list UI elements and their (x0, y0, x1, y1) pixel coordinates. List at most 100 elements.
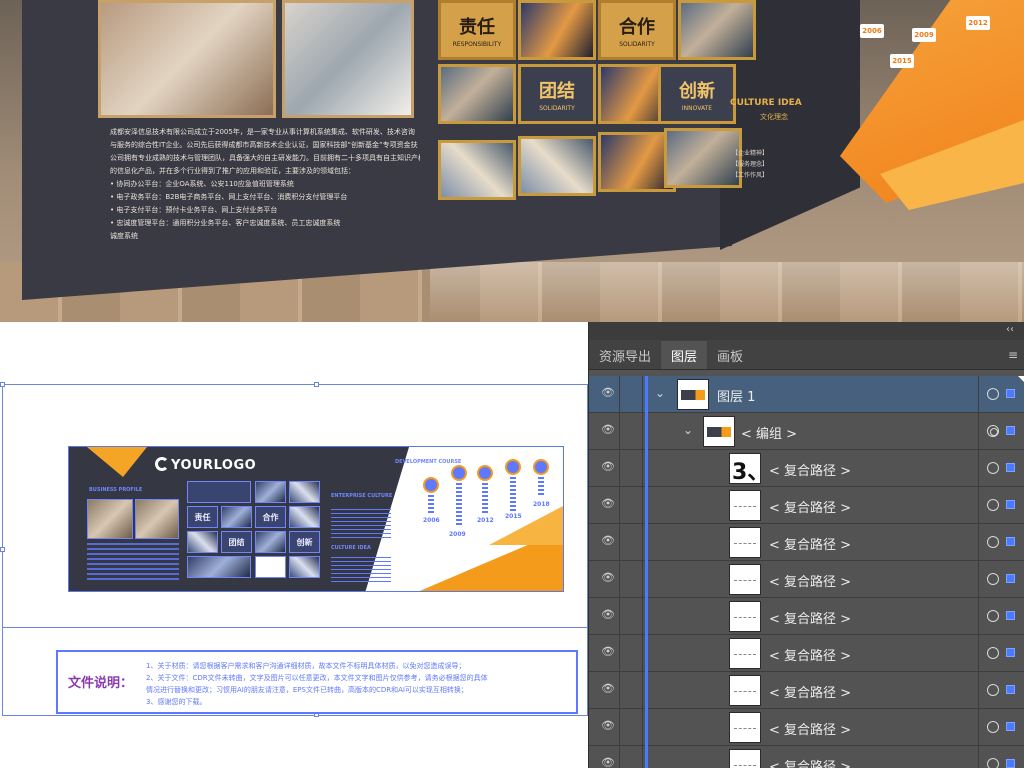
chevron-down-icon[interactable]: ⌄ (655, 386, 665, 400)
layer-row-compound-path[interactable]: 👁 < 复合路径 > (589, 524, 1024, 561)
selection-handle[interactable] (0, 382, 5, 387)
description-line: 公司拥有专业成熟的技术与管理团队，具备强大的自主研发能力。目前拥有二十多项具有自… (110, 154, 420, 162)
eye-icon[interactable]: 👁 (601, 609, 615, 620)
target-icon[interactable] (987, 758, 999, 768)
lock-toggle[interactable] (619, 635, 643, 672)
layer-name[interactable]: < 复合路径 > (769, 460, 851, 479)
collapse-panel-icon[interactable]: ‹‹ (1006, 324, 1014, 335)
layer-name[interactable]: < 复合路径 > (769, 534, 851, 553)
layer-row-compound-path[interactable]: 👁 < 复合路径 > (589, 561, 1024, 598)
eye-icon[interactable]: 👁 (601, 498, 615, 509)
lock-toggle[interactable] (619, 524, 643, 561)
selection-indicator[interactable] (1006, 685, 1015, 694)
tab-artboards[interactable]: 画板 (707, 341, 753, 369)
layer-name[interactable]: < 复合路径 > (769, 756, 851, 768)
lock-toggle[interactable] (619, 598, 643, 635)
target-icon[interactable] (987, 684, 999, 696)
layer-name[interactable]: < 编组 > (741, 423, 797, 442)
office-photo-1 (98, 0, 276, 118)
lock-toggle[interactable] (619, 413, 643, 450)
layer-name[interactable]: < 复合路径 > (769, 719, 851, 738)
selection-indicator[interactable] (1006, 500, 1015, 509)
layer-row-layer-1[interactable]: 👁 ⌄ 图层 1 (589, 376, 1024, 413)
target-icon[interactable] (987, 573, 999, 585)
layer-row-compound-path[interactable]: 👁 < 复合路径 > (589, 746, 1024, 768)
value-photo (438, 64, 516, 124)
target-icon[interactable] (987, 536, 999, 548)
timeline-bubble (477, 465, 493, 481)
lock-toggle[interactable] (619, 709, 643, 746)
layer-row-compound-path[interactable]: 👁 < 复合路径 > (589, 635, 1024, 672)
lock-toggle[interactable] (619, 487, 643, 524)
description-line: 与服务的综合性IT企业。公司先后获得成都市高新技术企业认证，国家科技部“创新基金… (110, 141, 418, 149)
layer-name[interactable]: < 复合路径 > (769, 645, 851, 664)
layer-name[interactable]: < 复合路径 > (769, 682, 851, 701)
eye-icon[interactable]: 👁 (601, 646, 615, 657)
value-photo (518, 0, 596, 60)
timeline-text (456, 483, 462, 527)
grid-photo (221, 506, 252, 528)
value-tile-cooperation: 合作 SOLIDARITY (598, 0, 676, 60)
layer-color-bar (645, 561, 648, 598)
eye-icon[interactable]: 👁 (601, 572, 615, 583)
layer-thumbnail (729, 749, 761, 768)
selection-indicator[interactable] (1006, 648, 1015, 657)
eye-icon[interactable]: 👁 (601, 535, 615, 546)
selection-indicator[interactable] (1006, 463, 1015, 472)
lock-toggle[interactable] (619, 376, 643, 413)
target-icon[interactable] (987, 499, 999, 511)
target-icon[interactable] (987, 721, 999, 733)
layer-name[interactable]: < 复合路径 > (769, 497, 851, 516)
thumbnail-art (734, 617, 756, 618)
culture-wall-artwork[interactable]: YOURLOGO BUSINESS PROFILE 责任 合作 团结 创新 EN… (68, 446, 564, 592)
selection-handle[interactable] (314, 382, 319, 387)
lock-toggle[interactable] (619, 746, 643, 768)
tab-asset-export[interactable]: 资源导出 (589, 341, 661, 369)
layer-row-compound-path[interactable]: 👁 3、 < 复合路径 > (589, 450, 1024, 487)
lock-toggle[interactable] (619, 672, 643, 709)
layer-name[interactable]: < 复合路径 > (769, 608, 851, 627)
layer-name[interactable]: 图层 1 (717, 386, 755, 405)
layer-name[interactable]: < 复合路径 > (769, 571, 851, 590)
tab-layers[interactable]: 图层 (661, 341, 708, 369)
selection-indicator[interactable] (1006, 574, 1015, 583)
eye-icon[interactable]: 👁 (601, 424, 615, 435)
target-icon[interactable] (987, 388, 999, 400)
panel-menu-icon[interactable]: ≡ (1008, 348, 1018, 362)
selection-handle[interactable] (0, 547, 5, 552)
eye-icon[interactable]: 👁 (601, 461, 615, 472)
grid-photo (255, 481, 286, 503)
value-en: SOLIDARITY (619, 40, 655, 48)
lock-toggle[interactable] (619, 561, 643, 598)
floor-reflection (430, 262, 1024, 322)
timeline-bubble (451, 465, 467, 481)
file-notes-box[interactable]: 文件说明： 1、关于材质：请您根据客户需求和客户沟通详细材质，故本文件不标明具体… (56, 650, 578, 714)
layer-row-group[interactable]: 👁 ⌄ < 编组 > (589, 413, 1024, 450)
layer-row-compound-path[interactable]: 👁 < 复合路径 > (589, 672, 1024, 709)
selection-indicator[interactable] (1006, 389, 1015, 398)
selection-indicator[interactable] (1006, 611, 1015, 620)
development-course-label: DEVELOPMENT COURSE (395, 459, 462, 465)
target-icon[interactable] (987, 647, 999, 659)
layer-row-compound-path[interactable]: 👁 < 复合路径 > (589, 709, 1024, 746)
selection-indicator[interactable] (1006, 722, 1015, 731)
selection-indicator[interactable] (1006, 426, 1015, 435)
eye-icon[interactable]: 👁 (601, 757, 615, 768)
selection-indicator[interactable] (1006, 537, 1015, 546)
grid-word: 创新 (289, 531, 320, 553)
note-line: 情况进行替换和更改；习惯用AI的朋友请注意，EPS文件已转曲，高版本的CDR和A… (146, 686, 468, 694)
chevron-down-icon[interactable]: ⌄ (683, 423, 693, 437)
target-icon[interactable] (987, 462, 999, 474)
lock-toggle[interactable] (619, 450, 643, 487)
target-icon[interactable] (987, 610, 999, 622)
target-icon[interactable] (987, 425, 999, 437)
eye-icon[interactable]: 👁 (601, 387, 615, 398)
layer-row-compound-path[interactable]: 👁 < 复合路径 > (589, 487, 1024, 524)
selection-indicator[interactable] (1006, 759, 1015, 768)
culture-text-block (331, 509, 391, 539)
artboard-canvas[interactable]: YOURLOGO BUSINESS PROFILE 责任 合作 团结 创新 EN… (0, 322, 588, 768)
eye-icon[interactable]: 👁 (601, 720, 615, 731)
eye-icon[interactable]: 👁 (601, 683, 615, 694)
layer-row-compound-path[interactable]: 👁 < 复合路径 > (589, 598, 1024, 635)
value-photo (438, 140, 516, 200)
